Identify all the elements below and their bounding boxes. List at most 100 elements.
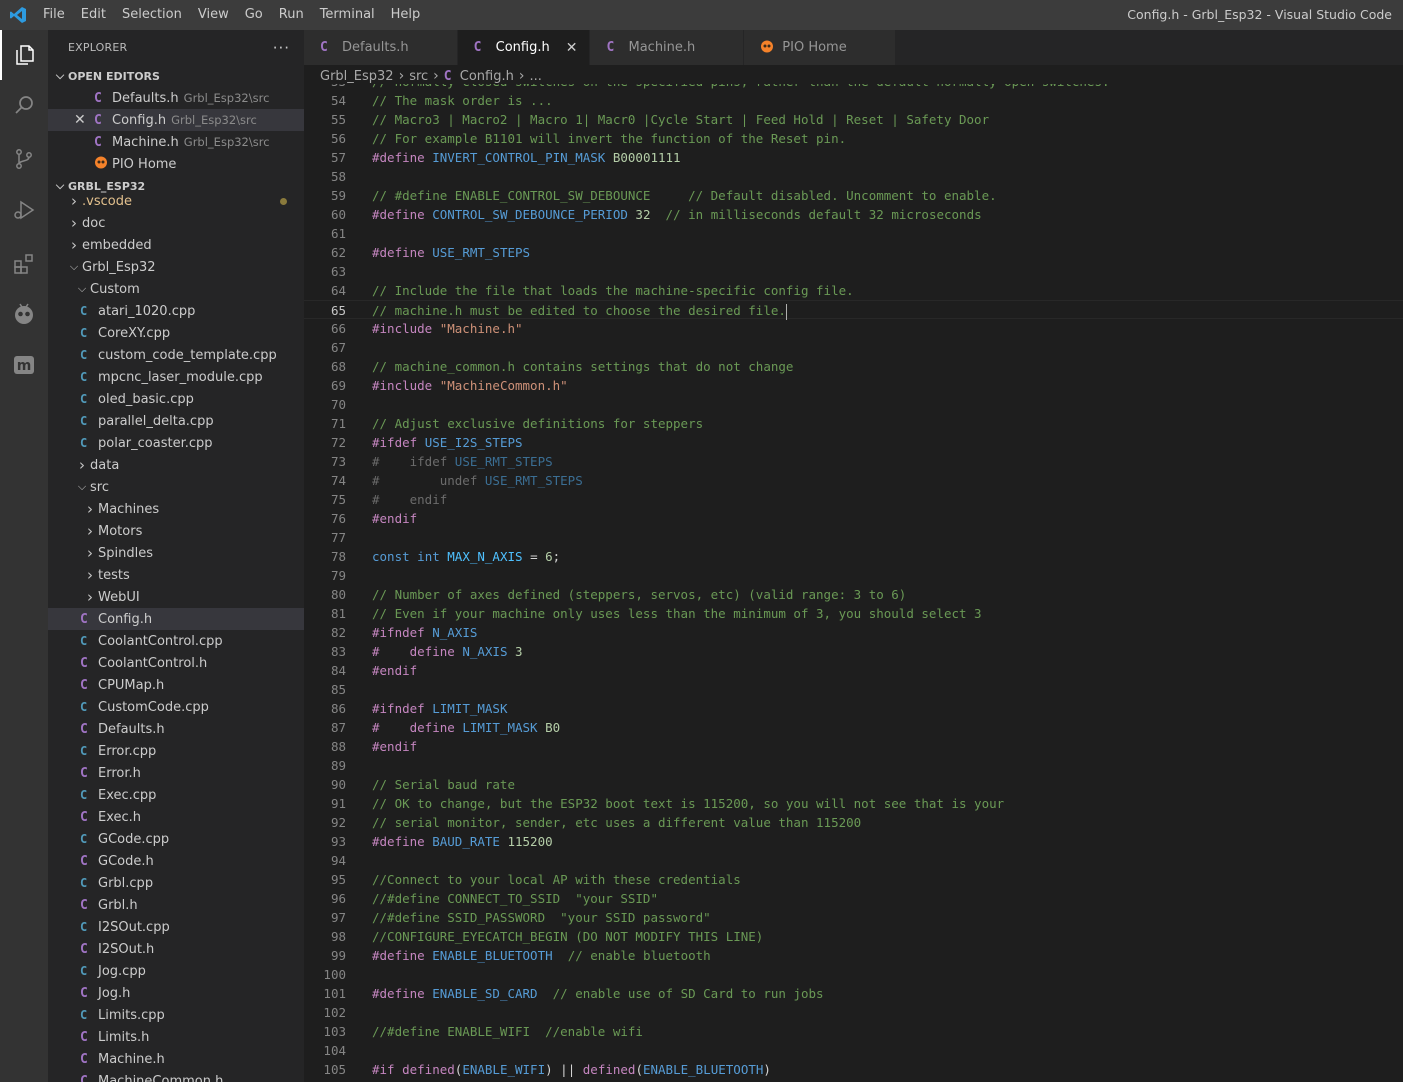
open-editor-item[interactable]: ✕ C Config.h Grbl_Esp32\src: [48, 109, 304, 131]
open-editor-item[interactable]: C Machine.h Grbl_Esp32\src: [48, 131, 304, 153]
code-token: =: [522, 549, 546, 564]
tree-item[interactable]: C I2SOut.h: [48, 938, 304, 960]
tree-item[interactable]: C MachineCommon.h: [48, 1070, 304, 1082]
tree-item[interactable]: C Jog.cpp: [48, 960, 304, 982]
tree-item[interactable]: Cparallel_delta.cpp: [48, 410, 304, 432]
breadcrumb-item[interactable]: Grbl_Esp32: [320, 69, 394, 84]
tree-item[interactable]: Ccustom_code_template.cpp: [48, 344, 304, 366]
line-number: 70: [330, 397, 346, 412]
code-token: INVERT_CONTROL_PIN_MASK: [432, 150, 606, 165]
tree-item[interactable]: C Exec.cpp: [48, 784, 304, 806]
tree-item[interactable]: C CoolantControl.h: [48, 652, 304, 674]
tree-item[interactable]: › doc: [48, 212, 304, 234]
breadcrumb-item[interactable]: Config.h: [460, 69, 514, 84]
tree-item[interactable]: › Spindles: [48, 542, 304, 564]
menu-run[interactable]: Run: [271, 0, 312, 30]
close-icon[interactable]: ✕: [566, 40, 578, 56]
tree-item[interactable]: › WebUI: [48, 586, 304, 608]
menu-selection[interactable]: Selection: [114, 0, 190, 30]
tree-item[interactable]: C CoolantControl.cpp: [48, 630, 304, 652]
tab-pio-home[interactable]: PIO Home: [744, 30, 896, 65]
editor-tabs: C Defaults.h C Config.h ✕ C Machine.h PIO Home: [304, 30, 1403, 65]
tab-config-h[interactable]: C Config.h ✕: [457, 30, 591, 65]
tree-item[interactable]: › tests: [48, 564, 304, 586]
tree-item[interactable]: C Error.h: [48, 762, 304, 784]
menu-help[interactable]: Help: [383, 0, 429, 30]
tree-item[interactable]: C GCode.h: [48, 850, 304, 872]
tree-item[interactable]: › .vscode: [48, 190, 304, 212]
tree-item[interactable]: C Exec.h: [48, 806, 304, 828]
extensions-icon[interactable]: [0, 239, 48, 289]
tree-item[interactable]: ⌵ src: [48, 476, 304, 498]
tree-item[interactable]: C Grbl.h: [48, 894, 304, 916]
tree-item[interactable]: ⌵ Custom: [48, 278, 304, 300]
cpp-file-icon: C: [80, 832, 88, 846]
tree-item[interactable]: C Jog.h: [48, 982, 304, 1004]
svg-text:m: m: [17, 358, 32, 374]
tree-item[interactable]: Cpolar_coaster.cpp: [48, 432, 304, 454]
open-editor-item[interactable]: C Defaults.h Grbl_Esp32\src: [48, 87, 304, 109]
code-line: 84 #endif: [304, 661, 1403, 680]
code-token: BAUD_RATE: [432, 834, 500, 849]
tree-item[interactable]: › embedded: [48, 234, 304, 256]
line-number: 89: [330, 758, 346, 773]
tree-item[interactable]: C CPUMap.h: [48, 674, 304, 696]
chevron-right-icon: ›: [87, 566, 93, 584]
tree-item[interactable]: › Machines: [48, 498, 304, 520]
code-editor[interactable]: 53 // normally closed switches on the spe…: [304, 84, 1403, 1082]
menu-file[interactable]: File: [35, 0, 73, 30]
tree-item[interactable]: C Limits.cpp: [48, 1004, 304, 1026]
tree-item[interactable]: Coled_basic.cpp: [48, 388, 304, 410]
breadcrumb-item[interactable]: ...: [529, 69, 541, 84]
menu-view[interactable]: View: [190, 0, 237, 30]
tree-item[interactable]: C Config.h: [48, 608, 304, 630]
m-icon[interactable]: m: [0, 340, 48, 390]
close-icon[interactable]: ✕: [74, 112, 86, 128]
tree-item-label: Machine.h: [98, 1051, 165, 1067]
platformio-icon: [94, 155, 112, 173]
tree-item-label: doc: [82, 215, 106, 231]
tree-item[interactable]: › Motors: [48, 520, 304, 542]
tree-item[interactable]: C Error.cpp: [48, 740, 304, 762]
tree-item[interactable]: › data: [48, 454, 304, 476]
cpp-file-icon: C: [80, 964, 88, 978]
tree-item[interactable]: Catari_1020.cpp: [48, 300, 304, 322]
platformio-icon[interactable]: [0, 289, 48, 339]
tab-defaults-h[interactable]: C Defaults.h: [304, 30, 458, 65]
cpp-file-icon: C: [80, 1008, 88, 1022]
open-editors-section[interactable]: ⌵ OPEN EDITORS: [48, 65, 304, 87]
code-token: // Number of axes defined (steppers, ser…: [372, 587, 907, 602]
code-token: //#define CONNECT_TO_SSID "your SSID": [372, 891, 658, 906]
code-line: 72 #ifdef USE_I2S_STEPS: [304, 433, 1403, 452]
line-number: 58: [330, 169, 346, 184]
code-line: 104: [304, 1041, 1403, 1060]
open-editor-item[interactable]: PIO Home: [48, 153, 304, 175]
code-token: USE_I2S_STEPS: [424, 435, 523, 450]
breadcrumb-item[interactable]: src: [409, 69, 428, 84]
more-actions-icon[interactable]: ···: [273, 39, 290, 57]
tree-item[interactable]: C Limits.h: [48, 1026, 304, 1048]
explorer-icon[interactable]: [0, 30, 48, 80]
menu-edit[interactable]: Edit: [73, 0, 114, 30]
tree-item[interactable]: ⌵ Grbl_Esp32: [48, 256, 304, 278]
code-token: // Serial baud rate: [372, 777, 515, 792]
tree-item[interactable]: Cmpcnc_laser_module.cpp: [48, 366, 304, 388]
run-debug-icon[interactable]: [0, 185, 48, 235]
code-line: 73 # ifdef USE_RMT_STEPS: [304, 452, 1403, 471]
line-number: 83: [330, 644, 346, 659]
tree-item[interactable]: C GCode.cpp: [48, 828, 304, 850]
tree-item[interactable]: C CustomCode.cpp: [48, 696, 304, 718]
tree-item[interactable]: C I2SOut.cpp: [48, 916, 304, 938]
tree-item[interactable]: C Machine.h: [48, 1048, 304, 1070]
tree-item[interactable]: C CoreXY.cpp: [48, 322, 304, 344]
source-control-icon[interactable]: [0, 134, 48, 184]
menu-go[interactable]: Go: [237, 0, 271, 30]
tab-machine-h[interactable]: C Machine.h: [590, 30, 745, 65]
vscode-logo-icon[interactable]: [0, 0, 35, 30]
menu-terminal[interactable]: Terminal: [312, 0, 383, 30]
search-icon[interactable]: [0, 80, 48, 130]
tree-item[interactable]: C Grbl.cpp: [48, 872, 304, 894]
tree-item-label: .vscode: [82, 193, 132, 209]
tree-item[interactable]: C Defaults.h: [48, 718, 304, 740]
